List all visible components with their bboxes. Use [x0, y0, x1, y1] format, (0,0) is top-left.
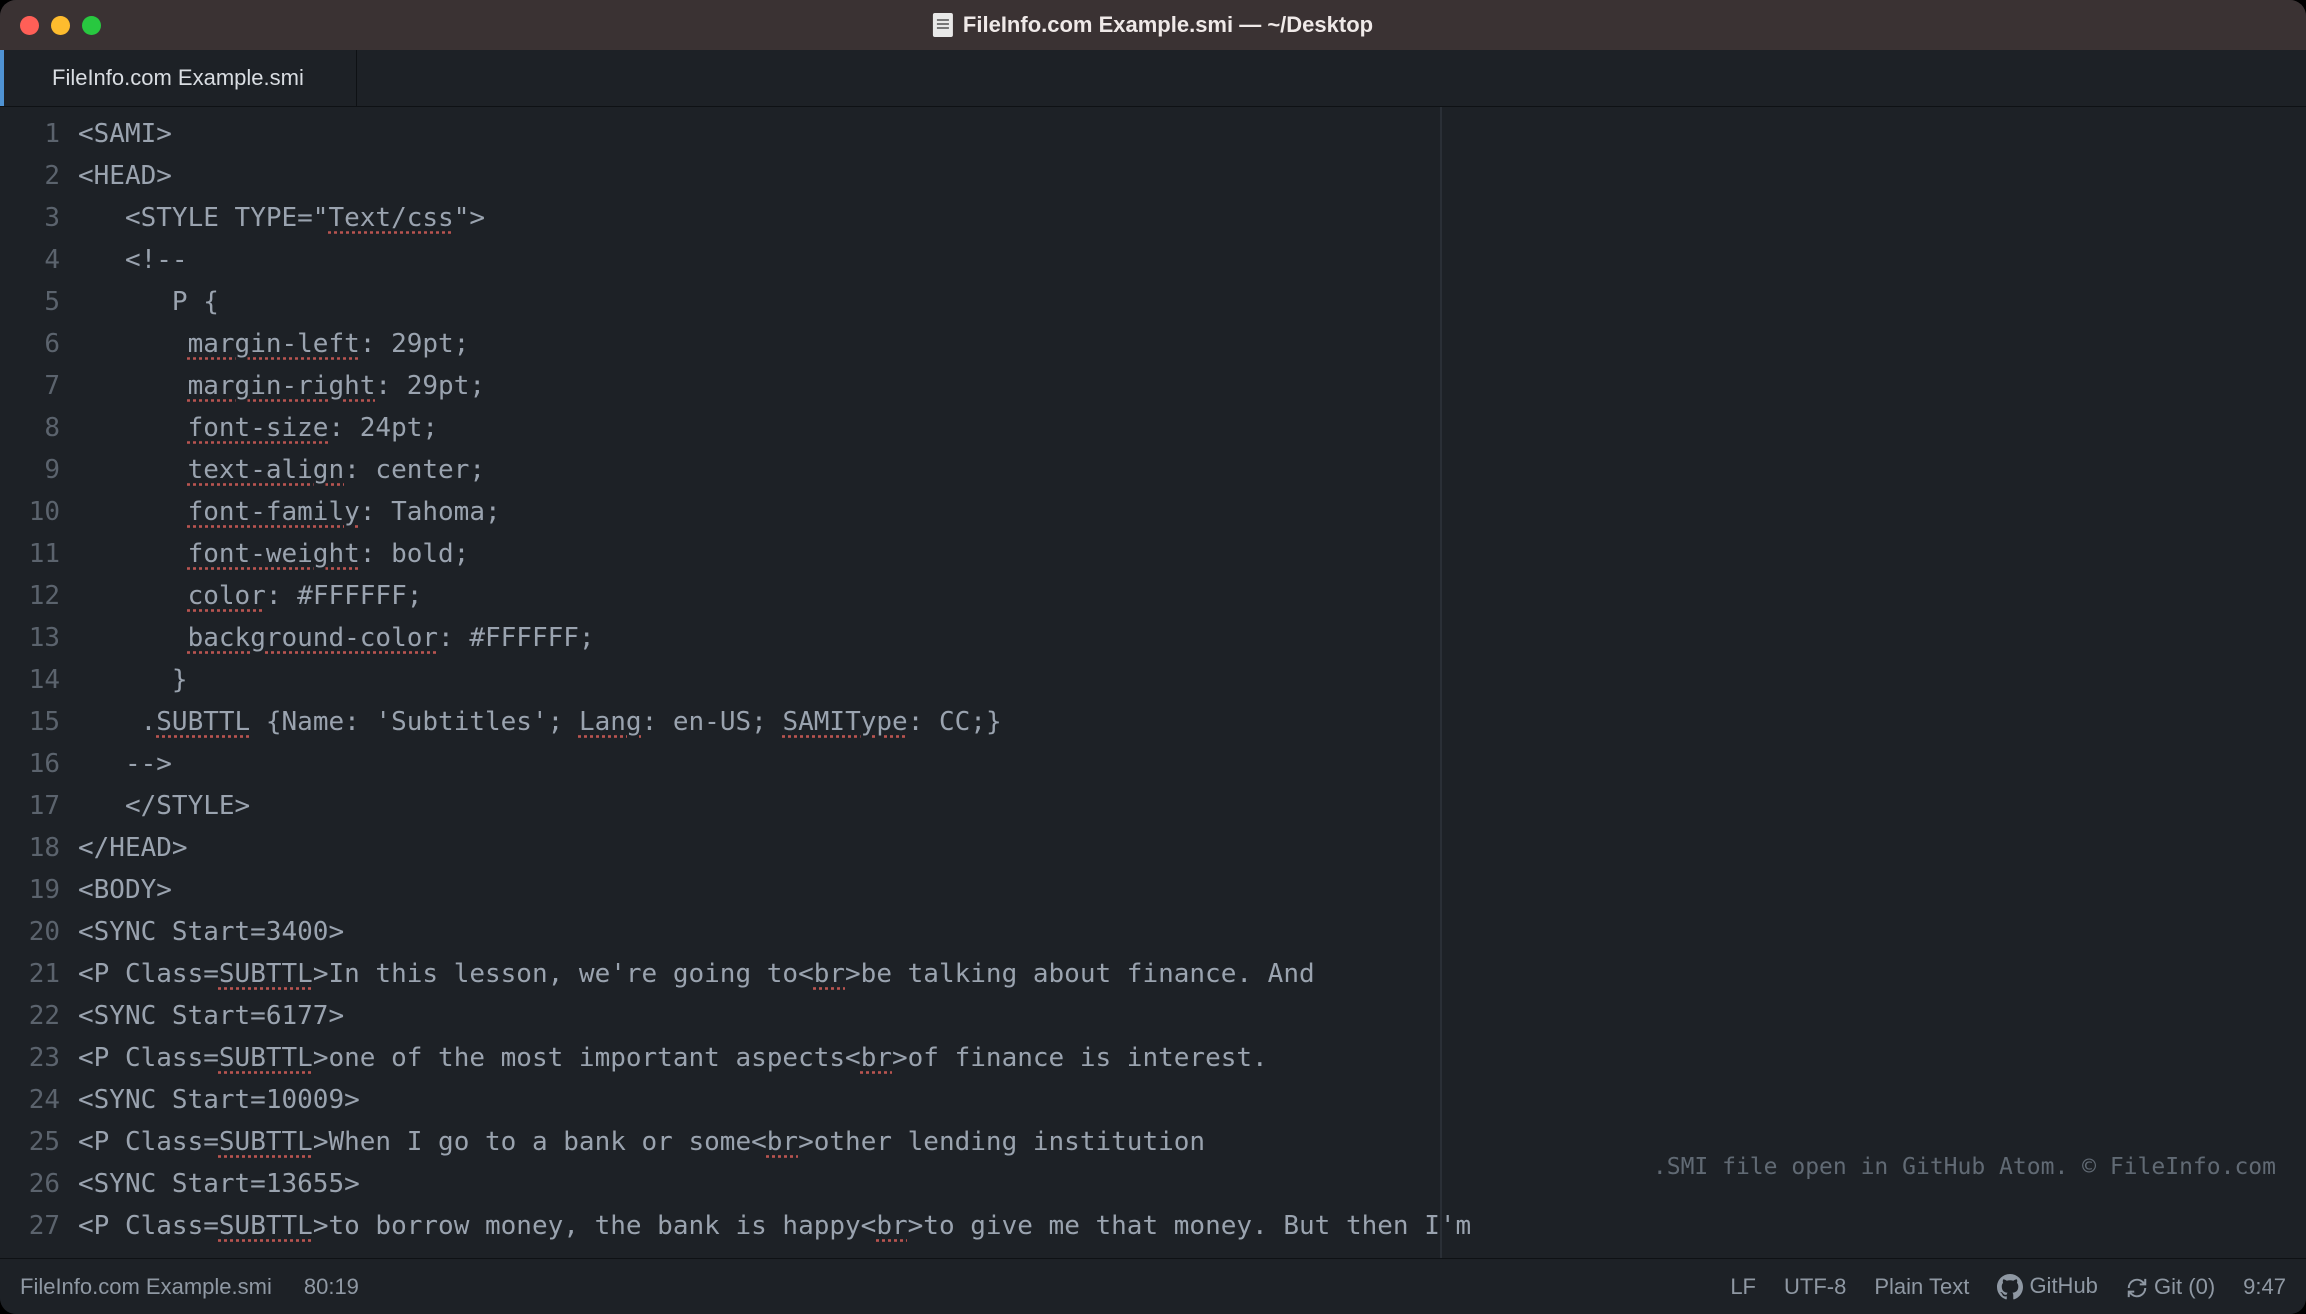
watermark-text: .SMI file open in GitHub Atom. © FileInf…	[1653, 1146, 2276, 1188]
tab-file[interactable]: FileInfo.com Example.smi	[0, 50, 357, 106]
status-line-ending[interactable]: LF	[1730, 1274, 1756, 1300]
code-line[interactable]: </STYLE>	[78, 785, 2306, 827]
line-number: 4	[0, 239, 60, 281]
wrap-guide	[1440, 107, 1442, 1258]
status-time: 9:47	[2243, 1274, 2286, 1300]
line-number: 27	[0, 1205, 60, 1247]
status-grammar[interactable]: Plain Text	[1874, 1274, 1969, 1300]
code-line[interactable]: font-family: Tahoma;	[78, 491, 2306, 533]
code-line[interactable]: <P Class=SUBTTL>one of the most importan…	[78, 1037, 2306, 1079]
line-number: 6	[0, 323, 60, 365]
code-line[interactable]: margin-right: 29pt;	[78, 365, 2306, 407]
line-gutter: 1234567891011121314151617181920212223242…	[0, 107, 78, 1258]
code-line[interactable]: .SUBTTL {Name: 'Subtitles'; Lang: en-US;…	[78, 701, 2306, 743]
line-number: 12	[0, 575, 60, 617]
code-line[interactable]: <SYNC Start=6177>	[78, 995, 2306, 1037]
editor-area[interactable]: 1234567891011121314151617181920212223242…	[0, 107, 2306, 1258]
line-number: 9	[0, 449, 60, 491]
line-number: 25	[0, 1121, 60, 1163]
status-encoding[interactable]: UTF-8	[1784, 1274, 1846, 1300]
sync-icon	[2126, 1277, 2148, 1299]
window-title-group: FileInfo.com Example.smi — ~/Desktop	[933, 12, 1373, 38]
code-content[interactable]: <SAMI><HEAD> <STYLE TYPE="Text/css"> <!-…	[78, 107, 2306, 1258]
line-number: 26	[0, 1163, 60, 1205]
line-number: 20	[0, 911, 60, 953]
status-filename[interactable]: FileInfo.com Example.smi	[20, 1274, 272, 1300]
code-line[interactable]: background-color: #FFFFFF;	[78, 617, 2306, 659]
code-line[interactable]: text-align: center;	[78, 449, 2306, 491]
titlebar[interactable]: FileInfo.com Example.smi — ~/Desktop	[0, 0, 2306, 50]
code-line[interactable]: <!--	[78, 239, 2306, 281]
window-title: FileInfo.com Example.smi — ~/Desktop	[963, 12, 1373, 38]
line-number: 18	[0, 827, 60, 869]
line-number: 17	[0, 785, 60, 827]
status-git-label: Git (0)	[2154, 1274, 2215, 1299]
line-number: 13	[0, 617, 60, 659]
code-line[interactable]: <BODY>	[78, 869, 2306, 911]
line-number: 11	[0, 533, 60, 575]
code-line[interactable]: <HEAD>	[78, 155, 2306, 197]
line-number: 23	[0, 1037, 60, 1079]
line-number: 22	[0, 995, 60, 1037]
code-line[interactable]: -->	[78, 743, 2306, 785]
code-line[interactable]: P {	[78, 281, 2306, 323]
line-number: 5	[0, 281, 60, 323]
code-line[interactable]: <P Class=SUBTTL>In this lesson, we're go…	[78, 953, 2306, 995]
status-cursor[interactable]: 80:19	[304, 1274, 359, 1300]
file-icon	[933, 13, 953, 37]
code-line[interactable]: color: #FFFFFF;	[78, 575, 2306, 617]
minimize-icon[interactable]	[51, 16, 70, 35]
code-line[interactable]: }	[78, 659, 2306, 701]
line-number: 24	[0, 1079, 60, 1121]
tab-label: FileInfo.com Example.smi	[52, 65, 304, 91]
line-number: 8	[0, 407, 60, 449]
line-number: 10	[0, 491, 60, 533]
status-bar: FileInfo.com Example.smi 80:19 LF UTF-8 …	[0, 1258, 2306, 1314]
status-github-label: GitHub	[2029, 1273, 2097, 1298]
code-line[interactable]: </HEAD>	[78, 827, 2306, 869]
code-line[interactable]: font-size: 24pt;	[78, 407, 2306, 449]
code-line[interactable]: <P Class=SUBTTL>to borrow money, the ban…	[78, 1205, 2306, 1247]
line-number: 16	[0, 743, 60, 785]
line-number: 15	[0, 701, 60, 743]
line-number: 14	[0, 659, 60, 701]
line-number: 3	[0, 197, 60, 239]
status-git[interactable]: Git (0)	[2126, 1274, 2215, 1300]
code-line[interactable]: font-weight: bold;	[78, 533, 2306, 575]
code-line[interactable]: <SYNC Start=3400>	[78, 911, 2306, 953]
line-number: 1	[0, 113, 60, 155]
editor-window: FileInfo.com Example.smi — ~/Desktop Fil…	[0, 0, 2306, 1314]
close-icon[interactable]	[20, 16, 39, 35]
code-line[interactable]: <SAMI>	[78, 113, 2306, 155]
status-github[interactable]: GitHub	[1997, 1273, 2098, 1300]
code-line[interactable]: margin-left: 29pt;	[78, 323, 2306, 365]
github-icon	[1997, 1274, 2023, 1300]
code-line[interactable]: <STYLE TYPE="Text/css">	[78, 197, 2306, 239]
line-number: 7	[0, 365, 60, 407]
line-number: 2	[0, 155, 60, 197]
maximize-icon[interactable]	[82, 16, 101, 35]
line-number: 19	[0, 869, 60, 911]
window-controls	[20, 16, 101, 35]
tab-bar: FileInfo.com Example.smi	[0, 50, 2306, 107]
code-line[interactable]: <SYNC Start=10009>	[78, 1079, 2306, 1121]
line-number: 21	[0, 953, 60, 995]
